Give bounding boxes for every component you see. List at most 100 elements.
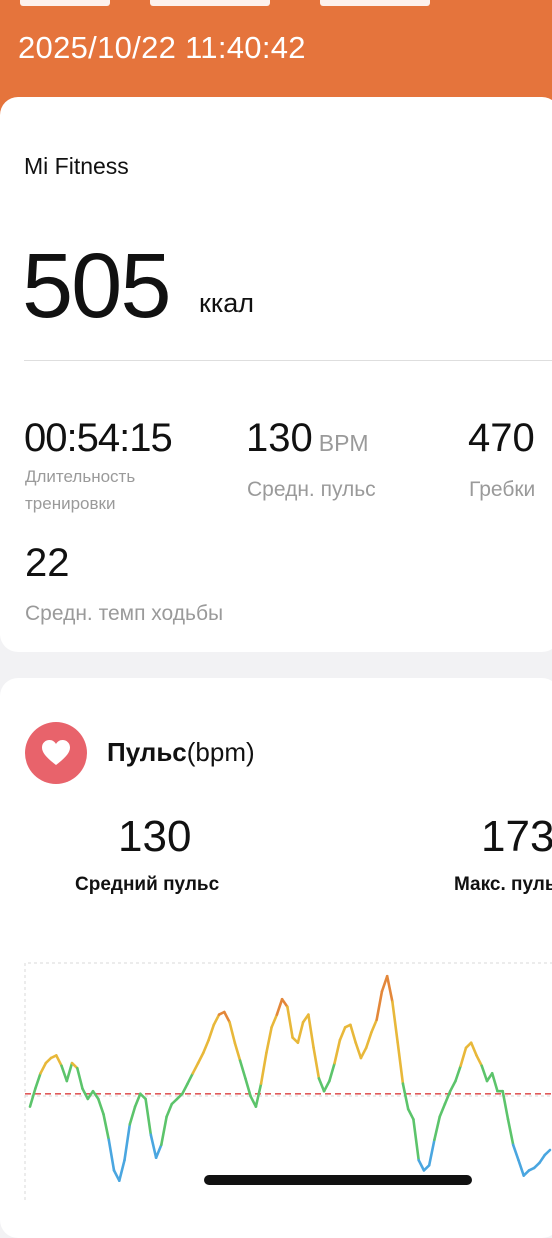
heart-rate-segment [259,1051,268,1085]
heart-rate-segment [433,1115,442,1142]
heart-rate-segment [307,1013,315,1050]
heart-rate-segment [412,1118,421,1162]
workout-timestamp: 2025/10/22 11:40:42 [18,30,306,65]
heart-rate-segment [149,1133,158,1159]
heart-rate-segment [328,1061,336,1083]
heart-rate-segment [427,1138,436,1167]
heart-rate-segment [160,1115,168,1147]
heart-rate-segment [375,990,384,1022]
heart-rate-segment [165,1102,174,1119]
heart-rate-segment [333,1038,342,1065]
duration-label: Длительность тренировки [25,467,136,513]
heart-rate-segment [454,1064,463,1083]
max-pulse-value: 173 [481,812,552,861]
heart-rate-segment [91,1089,100,1101]
heart-rate-segment [459,1046,468,1067]
calories-unit: ккал [199,288,254,318]
heart-rate-segment [118,1158,126,1182]
heart-rate-segment [275,997,284,1016]
heart-rate-segment [28,1087,37,1108]
heart-rate-segment [349,1023,358,1044]
strokes-value: 470 [468,416,535,460]
avg-heart-rate-stat: 130 BPM [246,416,369,460]
heart-rate-segment [317,1077,326,1093]
heart-rate-segment [97,1097,105,1116]
heart-rate-segment [75,1066,84,1090]
heart-rate-segment [181,1082,189,1096]
heart-rate-segment [501,1089,510,1121]
heart-rate-segment [391,1000,400,1044]
heart-rate-segment [296,1020,305,1044]
heart-rate-segment [338,1026,347,1042]
heart-rate-segment [506,1118,515,1147]
app-name: Mi Fitness [24,153,129,179]
heart-rate-segment [60,1064,69,1083]
heart-rate-segment [54,1054,63,1067]
heart-rate-segment [65,1061,74,1083]
heart-rate-segment [538,1153,547,1165]
heart-icon [42,740,70,765]
heart-rate-segment [475,1054,484,1067]
heart-rate-segment [385,974,394,1004]
avg-pulse-value: 130 [118,812,192,861]
heart-rate-segment [286,1005,294,1039]
heart-rate-segment [223,1010,231,1024]
calories-value: 505 [22,235,171,337]
heart-rate-segment [154,1143,163,1159]
heart-rate-segment [265,1026,273,1055]
heart-rate-segment [202,1038,210,1055]
avg-pulse-label: Средний пульс [75,874,220,895]
heart-rate-segment [370,1018,379,1034]
workout-summary-card [0,97,552,652]
heart-rate-segment [191,1061,200,1075]
walking-pace-label: Средн. темп ходьбы [25,602,224,625]
heart-rate-segment [364,1031,373,1050]
heart-rate-segment [196,1051,205,1065]
heart-rate-segment [128,1105,137,1126]
heart-rate-segment [438,1102,447,1119]
heart-rate-segment [123,1123,132,1162]
duration-value: 00:54:15 [24,416,173,460]
heart-rate-segment [207,1023,216,1042]
heart-rate-segment [228,1020,237,1044]
strokes-label: Гребки [469,478,536,501]
heart-rate-segment [469,1041,478,1057]
heart-rate-segment [448,1079,457,1093]
avg-heart-rate-label: Средн. пульс [247,478,376,501]
divider [24,360,552,361]
heart-rate-segment [354,1041,363,1060]
heart-rate-segment [511,1143,520,1162]
heart-rate-title: Пульс(bpm) [107,737,255,767]
heart-rate-segment [254,1082,263,1108]
heart-rate-segment [39,1061,48,1075]
heart-icon-badge [25,722,87,784]
max-pulse-label: Макс. пульс [454,874,552,895]
heart-rate-segment [517,1158,526,1177]
heart-rate-segment [312,1046,321,1080]
heart-rate-segment [480,1064,489,1083]
heart-rate-segment [34,1072,42,1090]
heart-rate-segment [233,1041,242,1062]
heart-rate-segment [490,1072,499,1093]
heart-rate-segment [270,1013,279,1029]
walking-pace-value: 22 [25,541,70,585]
bpm-unit: BPM [318,430,369,456]
heart-rate-segment [107,1138,116,1172]
heart-rate-segment [186,1072,195,1085]
heart-rate-chart[interactable] [24,962,552,1200]
heart-rate-segment [280,997,289,1009]
heart-rate-segment [417,1158,426,1172]
heart-rate-segment [543,1148,552,1157]
heart-rate-series [28,974,552,1182]
home-indicator[interactable] [204,1175,472,1185]
heart-rate-segment [102,1112,111,1142]
heart-rate-segment [406,1107,415,1121]
heart-rate-segment [322,1079,331,1093]
heart-rate-segment [238,1059,247,1080]
heart-rate-segment [212,1013,221,1027]
heart-rate-segment [396,1041,405,1085]
heart-rate-segment [144,1097,153,1136]
scrolled-title-fragment [20,0,440,6]
heart-rate-segment [359,1046,368,1060]
chart-frame [24,962,552,1200]
